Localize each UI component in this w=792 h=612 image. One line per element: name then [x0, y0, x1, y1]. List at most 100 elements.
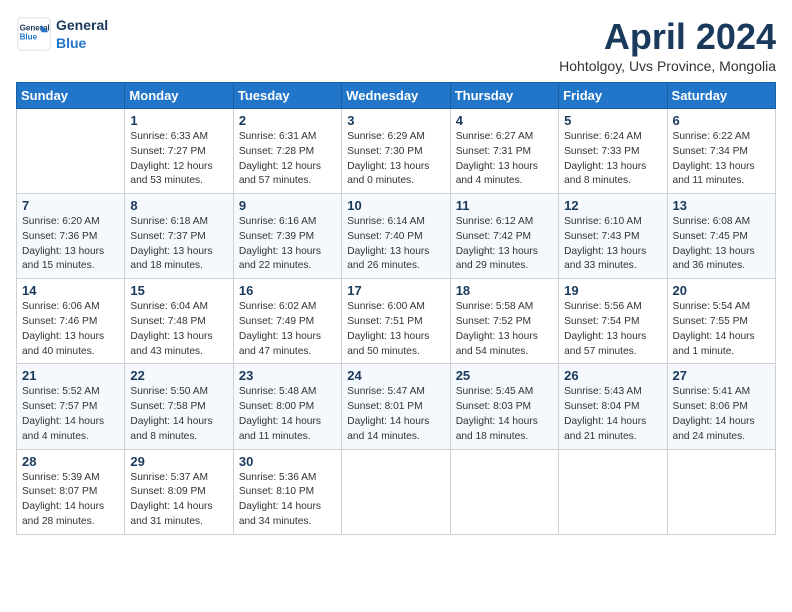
- day-number: 7: [22, 198, 119, 213]
- day-number: 23: [239, 368, 336, 383]
- calendar-week-1: 1 Sunrise: 6:33 AM Sunset: 7:27 PM Daylig…: [17, 109, 776, 194]
- calendar-cell: 14 Sunrise: 6:06 AM Sunset: 7:46 PM Dayli…: [17, 279, 125, 364]
- day-number: 30: [239, 454, 336, 469]
- weekday-header-wednesday: Wednesday: [342, 83, 450, 109]
- calendar-week-4: 21Sunrise: 5:52 AM Sunset: 7:57 PM Dayli…: [17, 364, 776, 449]
- calendar-cell: 25 Sunrise: 5:45 AM Sunset: 8:03 PM Dayli…: [450, 364, 558, 449]
- calendar-week-2: 7 Sunrise: 6:20 AM Sunset: 7:36 PM Daylig…: [17, 194, 776, 279]
- day-number: 27: [673, 368, 770, 383]
- calendar-cell: 27Sunrise: 5:41 AM Sunset: 8:06 PM Dayli…: [667, 364, 775, 449]
- day-number: 10: [347, 198, 444, 213]
- calendar-cell: 18Sunrise: 5:58 AM Sunset: 7:52 PM Dayli…: [450, 279, 558, 364]
- logo-text: General Blue: [56, 16, 108, 52]
- day-number: 8: [130, 198, 227, 213]
- day-number: 14: [22, 283, 119, 298]
- calendar-cell: 17 Sunrise: 6:00 AM Sunset: 7:51 PM Dayli…: [342, 279, 450, 364]
- cell-sun-info: Sunrise: 6:12 AM Sunset: 7:42 PM Dayligh…: [456, 215, 553, 274]
- day-number: 15: [130, 283, 227, 298]
- day-number: 4: [456, 113, 553, 128]
- calendar-cell: 15 Sunrise: 6:04 AM Sunset: 7:48 PM Dayli…: [125, 279, 233, 364]
- weekday-header-tuesday: Tuesday: [233, 83, 341, 109]
- day-number: 19: [564, 283, 661, 298]
- cell-sun-info: Sunrise: 5:47 AM Sunset: 8:01 PM Dayligh…: [347, 385, 444, 444]
- cell-sun-info: Sunrise: 6:08 AM Sunset: 7:45 PM Dayligh…: [673, 215, 770, 274]
- cell-sun-info: Sunrise: 5:39 AM Sunset: 8:07 PM Dayligh…: [22, 471, 119, 530]
- calendar-body: 1 Sunrise: 6:33 AM Sunset: 7:27 PM Daylig…: [17, 109, 776, 535]
- calendar-cell: 10 Sunrise: 6:14 AM Sunset: 7:40 PM Dayli…: [342, 194, 450, 279]
- cell-sun-info: Sunrise: 5:50 AM Sunset: 7:58 PM Dayligh…: [130, 385, 227, 444]
- calendar-cell: 2Sunrise: 6:31 AM Sunset: 7:28 PM Daylig…: [233, 109, 341, 194]
- cell-sun-info: Sunrise: 6:22 AM Sunset: 7:34 PM Dayligh…: [673, 130, 770, 189]
- cell-sun-info: Sunrise: 6:00 AM Sunset: 7:51 PM Dayligh…: [347, 300, 444, 359]
- calendar-cell: 22 Sunrise: 5:50 AM Sunset: 7:58 PM Dayli…: [125, 364, 233, 449]
- day-number: 5: [564, 113, 661, 128]
- calendar-cell: 23 Sunrise: 5:48 AM Sunset: 8:00 PM Dayli…: [233, 364, 341, 449]
- cell-sun-info: Sunrise: 5:48 AM Sunset: 8:00 PM Dayligh…: [239, 385, 336, 444]
- cell-sun-info: Sunrise: 6:06 AM Sunset: 7:46 PM Dayligh…: [22, 300, 119, 359]
- calendar-cell: 7 Sunrise: 6:20 AM Sunset: 7:36 PM Daylig…: [17, 194, 125, 279]
- calendar-cell: 11Sunrise: 6:12 AM Sunset: 7:42 PM Dayli…: [450, 194, 558, 279]
- day-number: 22: [130, 368, 227, 383]
- cell-sun-info: Sunrise: 6:10 AM Sunset: 7:43 PM Dayligh…: [564, 215, 661, 274]
- calendar-cell: 24 Sunrise: 5:47 AM Sunset: 8:01 PM Dayli…: [342, 364, 450, 449]
- calendar-cell: 20 Sunrise: 5:54 AM Sunset: 7:55 PM Dayli…: [667, 279, 775, 364]
- calendar-cell: [342, 449, 450, 534]
- calendar-week-3: 14 Sunrise: 6:06 AM Sunset: 7:46 PM Dayli…: [17, 279, 776, 364]
- calendar-table: SundayMondayTuesdayWednesdayThursdayFrid…: [16, 82, 776, 535]
- calendar-week-5: 28Sunrise: 5:39 AM Sunset: 8:07 PM Dayli…: [17, 449, 776, 534]
- cell-sun-info: Sunrise: 6:14 AM Sunset: 7:40 PM Dayligh…: [347, 215, 444, 274]
- calendar-cell: 13Sunrise: 6:08 AM Sunset: 7:45 PM Dayli…: [667, 194, 775, 279]
- cell-sun-info: Sunrise: 5:52 AM Sunset: 7:57 PM Dayligh…: [22, 385, 119, 444]
- day-number: 9: [239, 198, 336, 213]
- calendar-cell: 8 Sunrise: 6:18 AM Sunset: 7:37 PM Daylig…: [125, 194, 233, 279]
- day-number: 16: [239, 283, 336, 298]
- cell-sun-info: Sunrise: 6:29 AM Sunset: 7:30 PM Dayligh…: [347, 130, 444, 189]
- cell-sun-info: Sunrise: 6:04 AM Sunset: 7:48 PM Dayligh…: [130, 300, 227, 359]
- calendar-cell: 30Sunrise: 5:36 AM Sunset: 8:10 PM Dayli…: [233, 449, 341, 534]
- cell-sun-info: Sunrise: 6:27 AM Sunset: 7:31 PM Dayligh…: [456, 130, 553, 189]
- day-number: 17: [347, 283, 444, 298]
- calendar-cell: 9Sunrise: 6:16 AM Sunset: 7:39 PM Daylig…: [233, 194, 341, 279]
- day-number: 6: [673, 113, 770, 128]
- calendar-cell: [450, 449, 558, 534]
- logo-icon: General Blue: [16, 16, 52, 52]
- cell-sun-info: Sunrise: 5:45 AM Sunset: 8:03 PM Dayligh…: [456, 385, 553, 444]
- cell-sun-info: Sunrise: 5:43 AM Sunset: 8:04 PM Dayligh…: [564, 385, 661, 444]
- cell-sun-info: Sunrise: 6:18 AM Sunset: 7:37 PM Dayligh…: [130, 215, 227, 274]
- calendar-cell: 3 Sunrise: 6:29 AM Sunset: 7:30 PM Daylig…: [342, 109, 450, 194]
- calendar-cell: [17, 109, 125, 194]
- calendar-cell: 5 Sunrise: 6:24 AM Sunset: 7:33 PM Daylig…: [559, 109, 667, 194]
- calendar-cell: 29 Sunrise: 5:37 AM Sunset: 8:09 PM Dayli…: [125, 449, 233, 534]
- cell-sun-info: Sunrise: 5:54 AM Sunset: 7:55 PM Dayligh…: [673, 300, 770, 359]
- day-number: 25: [456, 368, 553, 383]
- cell-sun-info: Sunrise: 6:20 AM Sunset: 7:36 PM Dayligh…: [22, 215, 119, 274]
- weekday-header-sunday: Sunday: [17, 83, 125, 109]
- cell-sun-info: Sunrise: 6:02 AM Sunset: 7:49 PM Dayligh…: [239, 300, 336, 359]
- day-number: 12: [564, 198, 661, 213]
- day-number: 24: [347, 368, 444, 383]
- calendar-cell: [667, 449, 775, 534]
- day-number: 20: [673, 283, 770, 298]
- title-block: April 2024 Hohtolgoy, Uvs Province, Mong…: [559, 16, 776, 74]
- calendar-cell: 12 Sunrise: 6:10 AM Sunset: 7:43 PM Dayli…: [559, 194, 667, 279]
- weekday-header-monday: Monday: [125, 83, 233, 109]
- cell-sun-info: Sunrise: 6:24 AM Sunset: 7:33 PM Dayligh…: [564, 130, 661, 189]
- day-number: 3: [347, 113, 444, 128]
- cell-sun-info: Sunrise: 5:56 AM Sunset: 7:54 PM Dayligh…: [564, 300, 661, 359]
- calendar-cell: 19 Sunrise: 5:56 AM Sunset: 7:54 PM Dayli…: [559, 279, 667, 364]
- day-number: 29: [130, 454, 227, 469]
- calendar-cell: 21Sunrise: 5:52 AM Sunset: 7:57 PM Dayli…: [17, 364, 125, 449]
- day-number: 26: [564, 368, 661, 383]
- cell-sun-info: Sunrise: 5:58 AM Sunset: 7:52 PM Dayligh…: [456, 300, 553, 359]
- cell-sun-info: Sunrise: 6:33 AM Sunset: 7:27 PM Dayligh…: [130, 130, 227, 189]
- logo: General Blue General Blue: [16, 16, 108, 52]
- calendar-cell: 1 Sunrise: 6:33 AM Sunset: 7:27 PM Daylig…: [125, 109, 233, 194]
- calendar-cell: 16 Sunrise: 6:02 AM Sunset: 7:49 PM Dayli…: [233, 279, 341, 364]
- svg-text:Blue: Blue: [20, 33, 38, 42]
- calendar-header-row: SundayMondayTuesdayWednesdayThursdayFrid…: [17, 83, 776, 109]
- weekday-header-saturday: Saturday: [667, 83, 775, 109]
- cell-sun-info: Sunrise: 5:37 AM Sunset: 8:09 PM Dayligh…: [130, 471, 227, 530]
- page-header: General Blue General Blue April 2024 Hoh…: [16, 16, 776, 74]
- day-number: 1: [130, 113, 227, 128]
- location-title: Hohtolgoy, Uvs Province, Mongolia: [559, 58, 776, 74]
